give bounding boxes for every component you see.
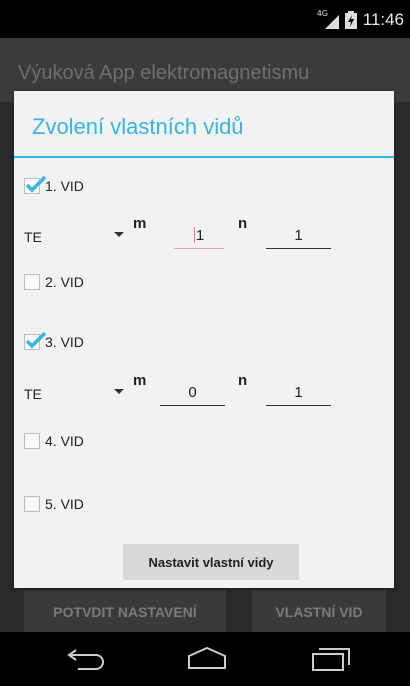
mode-1-type-value: TE [24,229,42,245]
custom-mode-button[interactable]: VLASTNÍ VID [252,590,386,634]
mode-4-checkbox[interactable] [24,433,40,449]
mode-3-n-value: 1 [294,384,303,401]
signal-icon: 4G [317,9,339,29]
dialog-title: Zvolení vlastních vidů [14,91,394,158]
mode-3-label: 3. VID [45,334,84,350]
mode-1-params: TE m 1 n 1 [14,215,394,255]
bottom-button-bar: POTVDIT NASTAVENÍ VLASTNÍ VID [0,590,410,634]
mode-2-label: 2. VID [45,274,84,290]
mode-1-checkbox[interactable] [24,175,47,194]
set-custom-modes-button[interactable]: Nastavit vlastní vidy [123,544,299,580]
status-bar: 4G 11:46 [0,0,410,38]
navigation-bar [0,632,410,686]
mode-3-params: TE m 0 n 1 [14,372,394,412]
dropdown-arrow-icon [114,389,124,394]
mode-3-n-input[interactable]: 1 [266,380,331,406]
back-icon[interactable] [66,646,110,670]
mode-1-type-select[interactable]: TE [24,227,124,251]
n-label: n [238,372,248,389]
text-caret [193,227,195,243]
app-title: Výuková App elektromagnetismu [18,62,310,84]
clock: 11:46 [362,10,404,29]
m-label: m [133,372,147,389]
custom-modes-dialog: Zvolení vlastních vidů 1. VID TE m 1 n 1… [14,91,394,588]
mode-1-n-input[interactable]: 1 [266,223,331,249]
m-label: m [133,215,147,232]
mode-2-checkbox[interactable] [24,274,40,290]
mode-1-checkbox-row[interactable]: 1. VID [14,172,394,200]
mode-3-m-value: 0 [188,384,197,401]
checkmark-icon [25,175,47,193]
home-icon[interactable] [186,646,228,670]
dropdown-arrow-icon [114,232,124,237]
mode-3-checkbox[interactable] [24,331,47,350]
mode-2-checkbox-row[interactable]: 2. VID [14,268,394,296]
mode-3-checkbox-row[interactable]: 3. VID [14,328,394,356]
status-indicators: 4G 11:46 [317,9,404,30]
mode-5-checkbox[interactable] [24,496,40,512]
confirm-settings-button[interactable]: POTVDIT NASTAVENÍ [24,590,226,634]
mode-1-label: 1. VID [45,178,84,194]
mode-1-m-input[interactable]: 1 [174,223,224,249]
battery-charging-icon [344,11,357,29]
checkmark-icon [25,331,47,349]
mode-4-checkbox-row[interactable]: 4. VID [14,427,394,455]
mode-1-m-value: 1 [195,227,205,244]
mode-5-label: 5. VID [45,496,84,512]
n-label: n [238,215,248,232]
mode-5-checkbox-row[interactable]: 5. VID [14,490,394,518]
mode-1-n-value: 1 [294,227,303,244]
mode-3-type-select[interactable]: TE [24,384,124,408]
recents-icon[interactable] [310,646,352,672]
mode-3-m-input[interactable]: 0 [160,380,225,406]
mode-3-type-value: TE [24,386,42,402]
mode-4-label: 4. VID [45,433,84,449]
